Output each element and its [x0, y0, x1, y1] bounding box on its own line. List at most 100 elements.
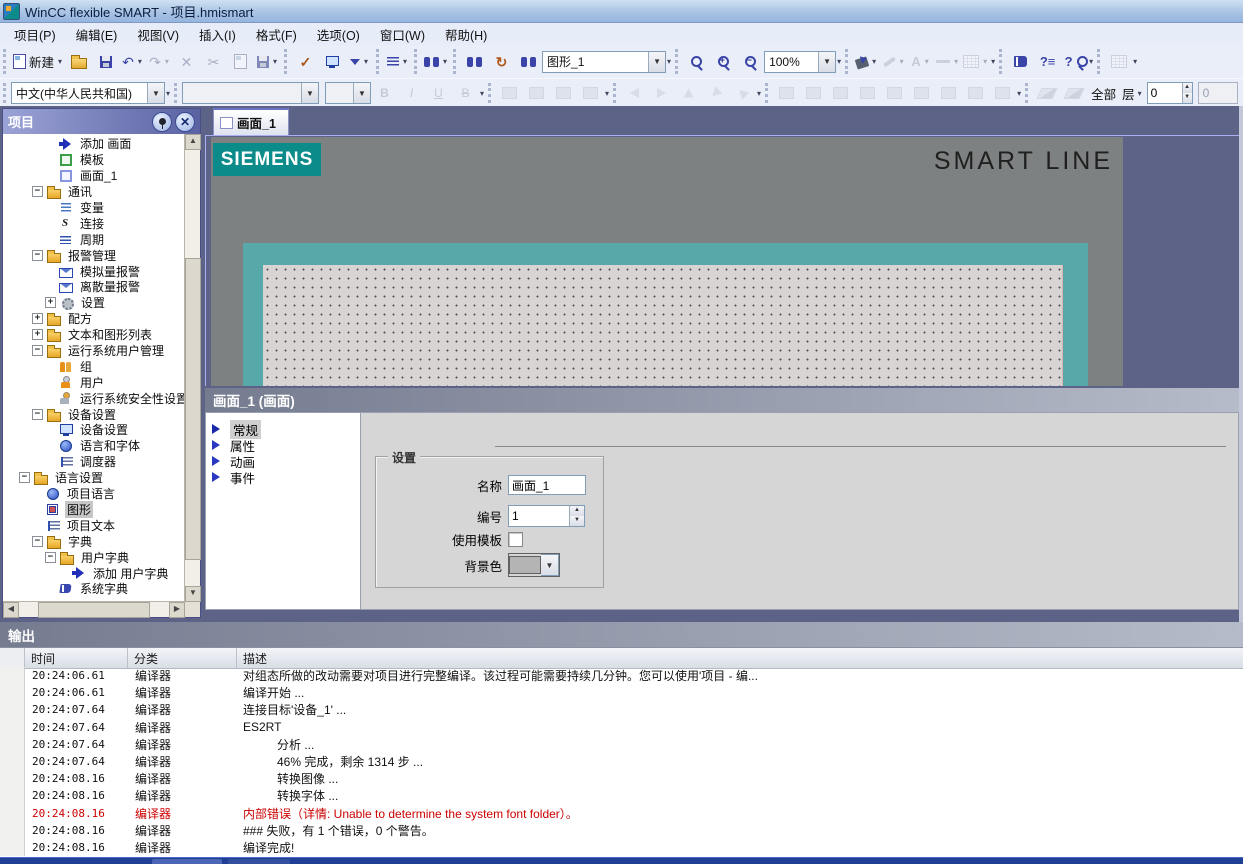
project-tree-vertical-scrollbar[interactable]: ▲ ▼ [184, 134, 200, 602]
strikethrough-button[interactable]: B [452, 83, 479, 104]
remove-from-group-button[interactable] [577, 83, 604, 104]
layer-spin-down-icon[interactable]: ▼ [1183, 93, 1192, 103]
tree-expander-minus-icon[interactable]: − [32, 536, 43, 547]
zoom-in-button[interactable]: + [710, 50, 737, 74]
new-button[interactable]: 新建▾ [11, 50, 65, 74]
center-vertical-button[interactable] [935, 83, 962, 104]
menu-item-7[interactable]: 帮助(H) [435, 22, 497, 47]
toolbar-grip[interactable] [1025, 83, 1030, 103]
tree-item[interactable]: 添加 用户字典 [3, 565, 185, 581]
tree-item[interactable]: 连接 [3, 215, 185, 231]
ungroup-button[interactable] [523, 83, 550, 104]
close-project-panel-button[interactable]: ✕ [175, 112, 195, 132]
align-top-button[interactable] [854, 83, 881, 104]
tree-item[interactable]: +文本和图形列表 [3, 327, 185, 343]
copy-button[interactable] [227, 50, 254, 74]
toolbar-grip[interactable] [453, 49, 458, 74]
menu-item-2[interactable]: 视图(V) [127, 22, 189, 47]
generate-button[interactable] [319, 50, 346, 74]
toolbar-grip[interactable] [414, 49, 419, 74]
toolbar-grip[interactable] [174, 83, 179, 103]
layer-spinner-buttons[interactable]: ▲▼ [1182, 83, 1192, 103]
tree-item[interactable]: 组 [3, 358, 185, 374]
menu-item-3[interactable]: 插入(I) [189, 22, 246, 47]
tree-item[interactable]: 模拟量报警 [3, 263, 185, 279]
language-combobox-dropdown[interactable]: ▼ [147, 83, 164, 103]
transfer-dropdown-caret[interactable]: ▾ [363, 57, 369, 66]
flip-vertical-button[interactable] [648, 83, 675, 104]
align-middle-button[interactable] [881, 83, 908, 104]
number-spinner[interactable]: ▲▼ [508, 505, 585, 527]
column-header-time[interactable]: 时间 [25, 648, 128, 668]
toolbar-grip[interactable] [376, 49, 381, 74]
output-row[interactable]: 20:24:08.16编译器转换图像 ... [0, 770, 1243, 787]
bold-button[interactable]: B [371, 83, 398, 104]
open-button[interactable] [65, 50, 92, 74]
rotate-right-button[interactable] [675, 83, 702, 104]
toolbar-grip[interactable] [999, 49, 1004, 74]
align-left-button[interactable] [773, 83, 800, 104]
use-template-checkbox[interactable] [508, 532, 523, 547]
same-width-button[interactable] [962, 83, 989, 104]
language-caret[interactable]: ▾ [165, 89, 171, 98]
center-horizontal-button[interactable] [908, 83, 935, 104]
scroll-right-arrow-icon[interactable]: ▶ [169, 602, 185, 618]
tree-expander-plus-icon[interactable]: + [45, 297, 56, 308]
rotate-180-button[interactable] [729, 83, 756, 104]
tree-expander-plus-icon[interactable]: + [32, 329, 43, 340]
toolbar-grip[interactable] [845, 49, 850, 74]
scroll-down-arrow-icon[interactable]: ▼ [185, 586, 201, 602]
menu-item-1[interactable]: 编辑(E) [66, 22, 128, 47]
tree-expander-plus-icon[interactable]: + [32, 313, 43, 324]
menu-item-4[interactable]: 格式(F) [246, 22, 307, 47]
tree-item[interactable]: −语言设置 [3, 470, 185, 486]
layer-spin-up-icon[interactable]: ▲ [1183, 83, 1192, 93]
tree-item[interactable]: 添加 画面 [3, 136, 185, 152]
tree-item[interactable]: 系统字典 [3, 581, 185, 597]
cut-button[interactable]: ✂ [200, 50, 227, 74]
new-dropdown-caret[interactable]: ▾ [57, 57, 63, 66]
tab-screen-1[interactable]: 画面_1 [213, 108, 289, 135]
project-tree-horizontal-scrollbar[interactable]: ◀ ▶ [3, 601, 185, 617]
pin-button[interactable] [152, 112, 172, 132]
scroll-left-arrow-icon[interactable]: ◀ [3, 602, 19, 618]
zoom-out-button[interactable]: − [737, 50, 764, 74]
tree-item[interactable]: 画面_1 [3, 168, 185, 184]
toolbar-grip[interactable] [675, 49, 680, 74]
toolbar-grip[interactable] [613, 83, 618, 103]
tree-item[interactable]: 运行系统安全性设置 [3, 390, 185, 406]
tree-expander-minus-icon[interactable]: − [32, 409, 43, 420]
list-dropdown-caret[interactable]: ▾ [402, 57, 408, 66]
help-book-button[interactable] [1007, 50, 1034, 74]
menu-item-0[interactable]: 项目(P) [4, 22, 66, 47]
redo-button[interactable]: ↷▾ [146, 50, 173, 74]
scroll-up-arrow-icon[interactable]: ▲ [185, 134, 201, 150]
tree-item[interactable]: +配方 [3, 311, 185, 327]
undo-button[interactable]: ↶▾ [119, 50, 146, 74]
refresh-button[interactable]: ↻ [488, 50, 515, 74]
tree-item[interactable]: −通讯 [3, 184, 185, 200]
tree-item[interactable]: 图形 [3, 501, 185, 517]
properties-tab-3[interactable]: 事件 [206, 469, 360, 485]
same-height-button[interactable] [989, 83, 1016, 104]
language-combobox[interactable]: 中文(中华人民共和国)▼ [11, 82, 165, 104]
toolbar-grip[interactable] [765, 83, 770, 103]
font-color-button[interactable]: A▾ [907, 50, 934, 74]
toolbar-grip[interactable] [284, 49, 289, 74]
tree-item[interactable]: 用户 [3, 374, 185, 390]
layer-spinner[interactable]: ▲▼ [1147, 82, 1193, 104]
group-button[interactable] [496, 83, 523, 104]
output-row[interactable]: 20:24:08.16编译器内部错误（详情: Unable to determi… [0, 805, 1243, 822]
column-header-description[interactable]: 描述 [237, 648, 1243, 668]
delete-button[interactable]: ✕ [173, 50, 200, 74]
toolbar-grip[interactable] [3, 49, 8, 74]
number-spin-down-icon[interactable]: ▼ [570, 516, 584, 526]
italic-button[interactable]: I [398, 83, 425, 104]
tree-item[interactable]: −用户字典 [3, 549, 185, 565]
align-right-button[interactable] [827, 83, 854, 104]
tree-expander-minus-icon[interactable]: − [32, 186, 43, 197]
tree-expander-minus-icon[interactable]: − [32, 250, 43, 261]
find-next-button[interactable] [515, 50, 542, 74]
tree-item[interactable]: 项目文本 [3, 517, 185, 533]
output-row[interactable]: 20:24:07.64编译器分析 ... [0, 736, 1243, 753]
